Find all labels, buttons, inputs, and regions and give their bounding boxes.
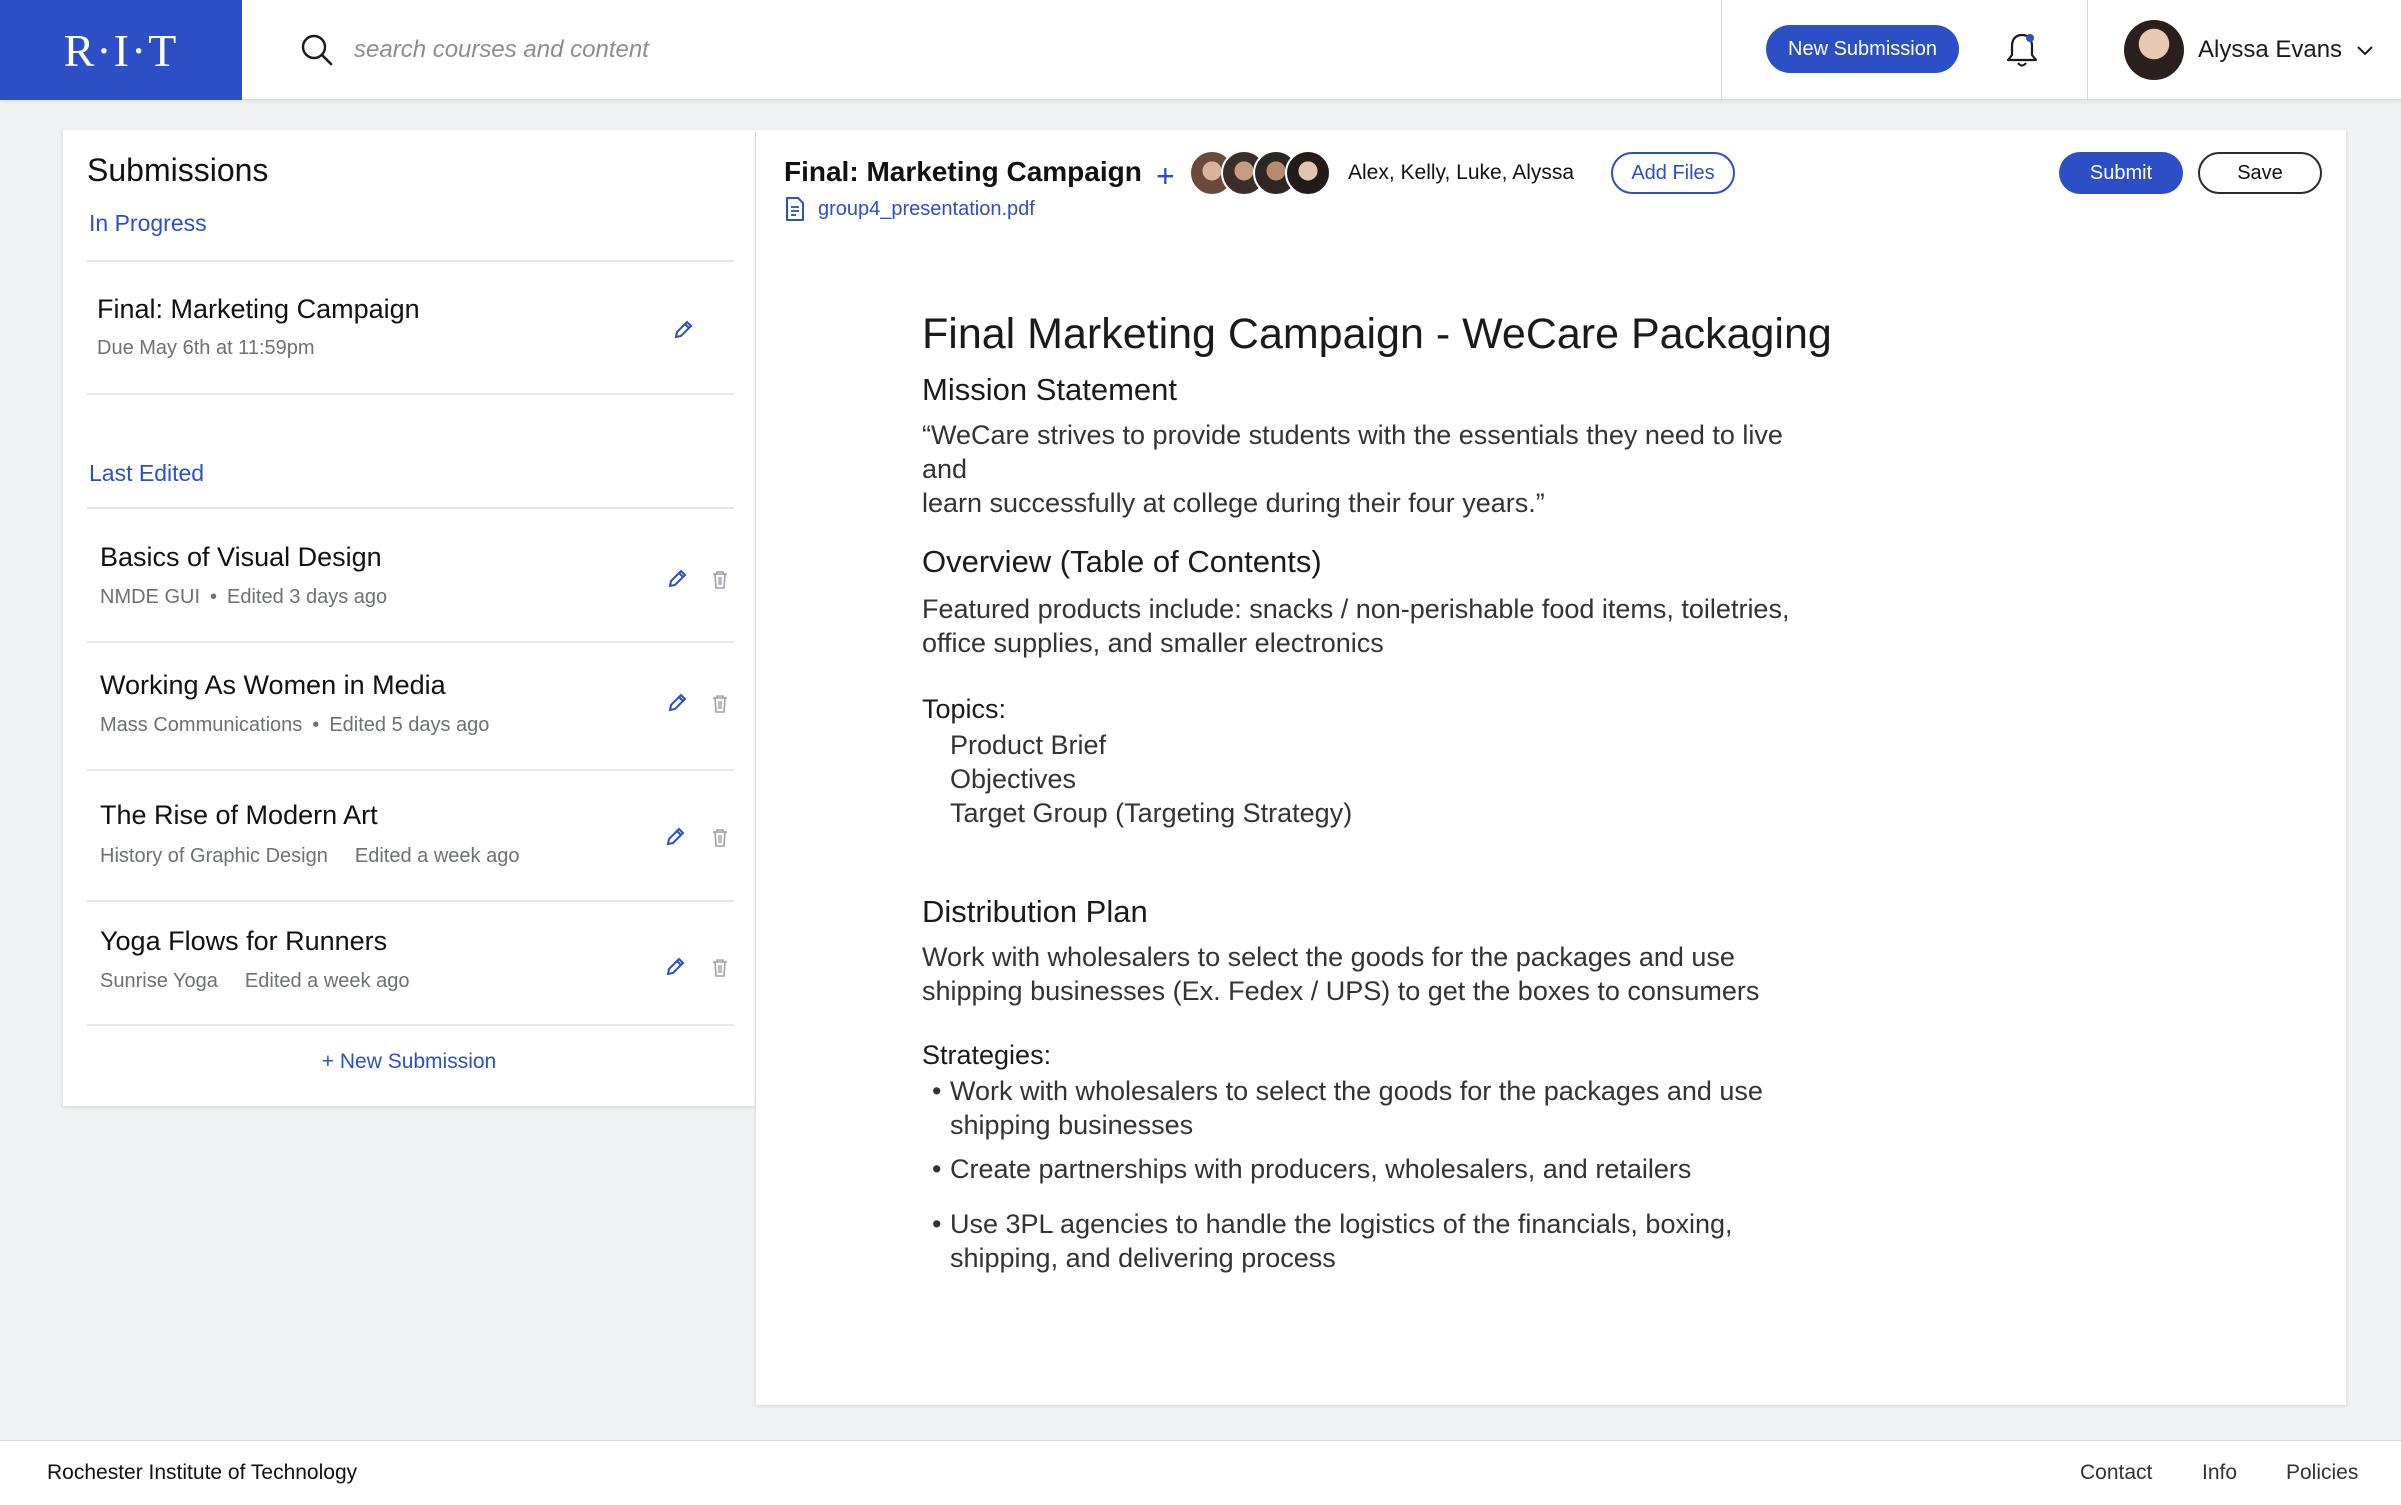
add-files-button[interactable]: Add Files <box>1611 152 1735 194</box>
footer-policies-link[interactable]: Policies <box>2286 1461 2358 1485</box>
trash-icon[interactable] <box>709 827 731 849</box>
text-line: Create partnerships with producers, whol… <box>950 1154 1692 1184</box>
text-line: Featured products include: snacks / non-… <box>922 594 1790 624</box>
section-heading: Mission Statement <box>922 372 1177 407</box>
bullet-item: • Work with wholesalers to select the go… <box>932 1076 1763 1140</box>
item-course: Sunrise Yoga <box>100 970 218 992</box>
search-icon <box>301 34 333 66</box>
item-course: NMDE GUI <box>100 586 200 608</box>
header-divider <box>2087 0 2088 100</box>
text-line: shipping, and delivering process <box>950 1243 1336 1273</box>
item-edited: Edited a week ago <box>354 845 520 867</box>
item-title: Basics of Visual Design <box>100 542 382 572</box>
item-title: Working As Women in Media <box>100 670 446 700</box>
document-heading: Final Marketing Campaign - WeCare Packag… <box>922 310 1832 358</box>
text-line: Work with wholesalers to select the good… <box>922 942 1735 972</box>
section-heading: Overview (Table of Contents) <box>922 544 1322 579</box>
item-meta: Sunrise Yoga•Edited a week ago <box>100 970 409 993</box>
panel-title: Submissions <box>87 152 269 188</box>
text-line: shipping businesses (Ex. Fedex / UPS) to… <box>922 976 1760 1006</box>
new-submission-button[interactable]: New Submission <box>1766 25 1959 73</box>
item-edited: Edited 3 days ago <box>227 586 388 608</box>
add-collaborator-icon[interactable]: + <box>1156 160 1175 192</box>
submissions-panel: Submissions In Progress Final: Marketing… <box>63 130 755 1106</box>
topic-item: Objectives <box>950 764 1077 794</box>
footer-info-link[interactable]: Info <box>2202 1461 2237 1485</box>
divider <box>87 507 734 509</box>
chevron-down-icon[interactable] <box>2356 44 2374 56</box>
paragraph: Featured products include: snacks / non-… <box>922 592 1802 660</box>
attached-file[interactable]: group4_presentation.pdf <box>784 196 1035 222</box>
user-avatar <box>2124 20 2184 80</box>
text-line: Work with wholesalers to select the good… <box>950 1076 1763 1106</box>
collaborator-avatars[interactable] <box>1189 150 1331 196</box>
divider <box>87 1024 734 1026</box>
text-line: shipping businesses <box>950 1110 1194 1140</box>
new-submission-link[interactable]: + New Submission <box>63 1050 755 1074</box>
item-due-date: Due May 6th at 11:59pm <box>97 337 315 359</box>
pencil-icon[interactable] <box>666 568 688 590</box>
topic-item: Target Group (Targeting Strategy) <box>950 798 1353 828</box>
divider <box>87 641 734 643</box>
text-line: “WeCare strives to provide students with… <box>922 420 1783 484</box>
pencil-icon[interactable] <box>666 692 688 714</box>
pencil-icon[interactable] <box>664 826 686 848</box>
rit-logo[interactable]: R·I·T <box>0 0 242 100</box>
save-button[interactable]: Save <box>2198 152 2322 194</box>
pencil-icon[interactable] <box>672 319 694 341</box>
item-meta: History of Graphic Design•Edited a week … <box>100 845 519 868</box>
divider <box>87 260 734 262</box>
divider <box>87 900 734 902</box>
top-header: R·I·T New Submission Alyssa Evans <box>0 0 2401 100</box>
text-line: Use 3PL agencies to handle the logistics… <box>950 1209 1733 1239</box>
search-input[interactable] <box>354 36 874 64</box>
footer: Rochester Institute of Technology Contac… <box>0 1440 2401 1505</box>
item-edited: Edited 5 days ago <box>329 714 490 736</box>
footer-org-name: Rochester Institute of Technology <box>47 1461 358 1484</box>
search-bar[interactable] <box>300 28 900 72</box>
submission-title: Final: Marketing Campaign <box>784 156 1142 187</box>
trash-icon[interactable] <box>709 957 731 979</box>
pencil-icon[interactable] <box>664 956 686 978</box>
submit-button[interactable]: Submit <box>2059 152 2183 194</box>
text-line: office supplies, and smaller electronics <box>922 628 1384 658</box>
item-meta: NMDE GUI • Edited 3 days ago <box>100 586 388 608</box>
item-course: Mass Communications <box>100 714 303 736</box>
item-title: Yoga Flows for Runners <box>100 926 388 956</box>
topic-item: Product Brief <box>950 730 1107 760</box>
bullet-item: • Create partnerships with producers, wh… <box>932 1154 1692 1184</box>
divider <box>87 393 734 395</box>
bullet-item: • Use 3PL agencies to handle the logisti… <box>932 1209 1733 1273</box>
footer-contact-link[interactable]: Contact <box>2080 1461 2152 1485</box>
section-heading: Distribution Plan <box>922 894 1148 929</box>
trash-icon[interactable] <box>709 693 731 715</box>
last-edited-label: Last Edited <box>89 460 205 486</box>
in-progress-label: In Progress <box>89 210 207 236</box>
notification-bell-icon[interactable] <box>2004 30 2040 70</box>
item-title: The Rise of Modern Art <box>100 800 378 830</box>
item-course: History of Graphic Design <box>100 845 328 867</box>
subheading: Strategies: <box>922 1040 1052 1070</box>
trash-icon[interactable] <box>709 569 731 591</box>
item-meta: Mass Communications • Edited 5 days ago <box>100 714 490 736</box>
paragraph: “WeCare strives to provide students with… <box>922 418 1802 520</box>
item-title: Final: Marketing Campaign <box>97 294 420 324</box>
document-icon <box>786 197 804 221</box>
collaborator-names: Alex, Kelly, Luke, Alyssa <box>1348 161 1575 184</box>
file-name[interactable]: group4_presentation.pdf <box>818 198 1035 221</box>
user-menu[interactable]: Alyssa Evans <box>2124 17 2374 83</box>
paragraph: Work with wholesalers to select the good… <box>922 940 1802 1008</box>
editor-panel: Final: Marketing Campaign + Alex, Kelly,… <box>756 130 2346 1405</box>
subheading: Topics: <box>922 694 1007 724</box>
user-name: Alyssa Evans <box>2198 36 2343 63</box>
avatar <box>1285 150 1331 196</box>
header-divider <box>1721 0 1722 100</box>
item-edited: Edited a week ago <box>244 970 410 992</box>
text-line: learn successfully at college during the… <box>922 488 1545 518</box>
divider <box>87 769 734 771</box>
